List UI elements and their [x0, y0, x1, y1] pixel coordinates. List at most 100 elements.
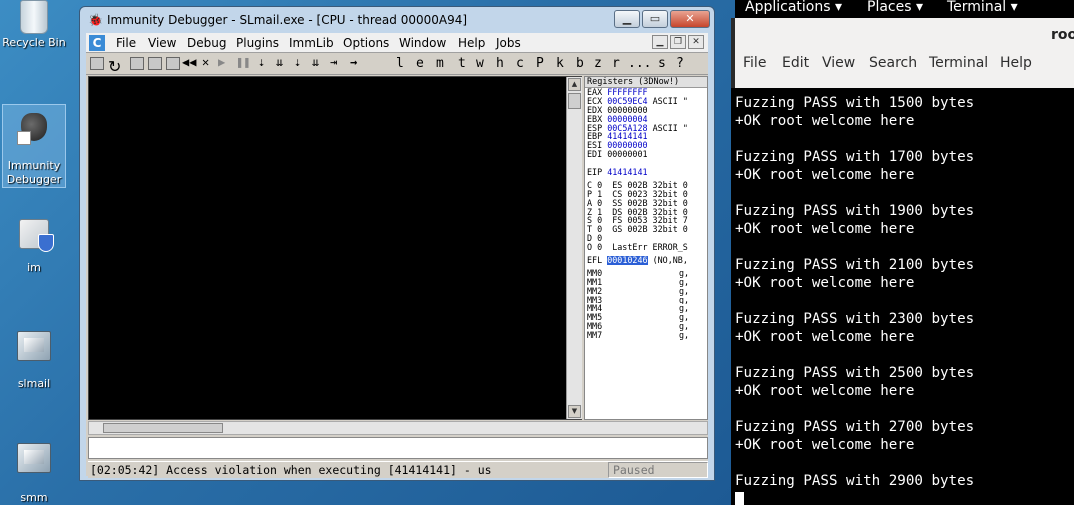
register-row[interactable]: ESI 00000000	[585, 141, 707, 150]
mmx-row[interactable]: MM4 g,	[585, 304, 707, 313]
register-row[interactable]	[585, 159, 707, 168]
toolbar-handles-button[interactable]: h	[496, 56, 504, 71]
desktop-icon-smm[interactable]: smm	[2, 440, 66, 505]
execute-till-return-icon[interactable]: ⇥	[330, 55, 337, 69]
desktop-icon-im[interactable]: im	[2, 216, 66, 275]
trace-into-icon[interactable]: ⇣	[294, 55, 301, 69]
toolbar-breakpoints-button[interactable]: b	[576, 56, 584, 71]
cpu-window-icon[interactable]: C	[89, 35, 105, 51]
mmx-row[interactable]: MM6 g,	[585, 322, 707, 331]
terminal-menu-edit[interactable]: Edit	[782, 55, 809, 71]
scrollbar-thumb[interactable]	[103, 423, 223, 433]
scroll-down-arrow-icon[interactable]: ▼	[568, 405, 581, 418]
applications-menu[interactable]: Applications ▾	[745, 0, 842, 15]
go-to-icon[interactable]: →	[350, 55, 357, 69]
terminal-menu[interactable]: Terminal ▾	[947, 0, 1018, 15]
step-into-icon[interactable]: ⇣	[258, 55, 265, 69]
terminal-menu-file[interactable]: File	[743, 55, 766, 71]
terminal-cursor	[735, 492, 744, 505]
maximize-button[interactable]: ▭	[642, 10, 668, 28]
toolbar-run-trace-button[interactable]: r	[612, 56, 620, 71]
toolbar-memory-button[interactable]: m	[436, 56, 444, 71]
open-icon[interactable]	[90, 57, 104, 70]
mmx-row[interactable]: MM5 g,	[585, 313, 707, 322]
register-row[interactable]: EDX 00000000	[585, 106, 707, 115]
menu-help[interactable]: Help	[458, 36, 485, 50]
toolbar-more-button[interactable]: ...	[628, 56, 651, 71]
flag-row[interactable]: C 0 ES 002B 32bit 0	[585, 181, 707, 190]
registers-pane[interactable]: Registers (3DNow!) EAX FFFFFFFF ECX 00C5…	[584, 76, 708, 420]
terminal-menu-search[interactable]: Search	[869, 55, 917, 71]
terminal-menu-terminal[interactable]: Terminal	[929, 55, 988, 71]
modules-icon[interactable]	[166, 57, 180, 70]
mmx-row[interactable]: MM7 g,	[585, 331, 707, 340]
places-menu[interactable]: Places ▾	[867, 0, 923, 15]
menu-view[interactable]: View	[148, 36, 176, 50]
toolbar-patches-button[interactable]: P	[536, 56, 544, 71]
mdi-minimize-button[interactable]: ▁	[652, 35, 668, 49]
menu-immlib[interactable]: ImmLib	[289, 36, 334, 50]
flag-row[interactable]: O 0 LastErr ERROR_S	[585, 243, 707, 252]
toolbar-references-button[interactable]: z	[594, 56, 602, 71]
toolbar-source-button[interactable]: s	[658, 56, 666, 71]
mmx-row[interactable]: MM3 g,	[585, 296, 707, 305]
trace-over-icon[interactable]: ⇊	[312, 55, 319, 69]
desktop-icon-immunity-debugger[interactable]: Immunity Debugger	[2, 104, 66, 188]
register-row[interactable]: EBX 00000004	[585, 115, 707, 124]
register-row[interactable]: EAX FFFFFFFF	[585, 88, 707, 97]
disassembly-vertical-scrollbar[interactable]: ▲ ▼	[566, 77, 582, 419]
flag-row[interactable]: T 0 GS 002B 32bit 0	[585, 225, 707, 234]
register-row[interactable]: EDI 00000001	[585, 150, 707, 159]
toolbar-executable-modules-button[interactable]: e	[416, 56, 424, 71]
close-button[interactable]: ✕	[670, 10, 710, 28]
register-row[interactable]: ECX 00C59EC4 ASCII "	[585, 97, 707, 106]
scrollbar-thumb[interactable]	[568, 93, 581, 109]
toolbar-cpu-button[interactable]: c	[516, 56, 524, 71]
run-icon[interactable]: ▶	[218, 55, 225, 69]
menu-jobs[interactable]: Jobs	[496, 36, 521, 50]
desktop-icon-slmail[interactable]: slmail	[2, 328, 66, 391]
menu-options[interactable]: Options	[343, 36, 389, 50]
toolbar-call-stack-button[interactable]: k	[556, 56, 564, 71]
desktop-icon-label: smm	[20, 491, 48, 504]
mmx-row[interactable]: MM0 g,	[585, 269, 707, 278]
minimize-button[interactable]: ▁	[614, 10, 640, 28]
menu-plugins[interactable]: Plugins	[236, 36, 279, 50]
flag-row[interactable]: A 0 SS 002B 32bit 0	[585, 199, 707, 208]
rewind-icon[interactable]: ◀◀	[182, 55, 196, 69]
window-title-bar[interactable]: 🐞 Immunity Debugger - SLmail.exe - [CPU …	[80, 7, 714, 33]
attach-icon[interactable]	[130, 57, 144, 70]
flag-row[interactable]: P 1 CS 0023 32bit 0	[585, 190, 707, 199]
efl-row[interactable]: EFL 00010246 (NO,NB,	[585, 256, 707, 265]
mdi-restore-button[interactable]: ❐	[670, 35, 686, 49]
toolbar-log-button[interactable]: l	[396, 56, 404, 71]
toolbar-threads-button[interactable]: t	[458, 56, 466, 71]
scroll-up-arrow-icon[interactable]: ▲	[568, 78, 581, 91]
register-row[interactable]: ESP 00C5A128 ASCII "	[585, 124, 707, 133]
menu-file[interactable]: File	[116, 36, 136, 50]
mmx-row[interactable]: MM2 g,	[585, 287, 707, 296]
mdi-close-button[interactable]: ✕	[688, 35, 704, 49]
command-input[interactable]	[88, 437, 708, 459]
register-row[interactable]: EBP 41414141	[585, 132, 707, 141]
toolbar-help-button[interactable]: ?	[676, 56, 684, 71]
pause-icon[interactable]: ❚❚	[236, 55, 250, 69]
cpu-disassembly-pane[interactable]	[88, 76, 582, 420]
close-program-icon[interactable]: ✕	[202, 55, 209, 69]
terminal-menu-help[interactable]: Help	[1000, 55, 1032, 71]
memory-icon[interactable]	[148, 57, 162, 70]
flag-row[interactable]: S 0 FS 0053 32bit 7	[585, 216, 707, 225]
desktop-icon-recycle-bin[interactable]: Recycle Bin	[2, 0, 66, 50]
flag-row[interactable]: Z 1 DS 002B 32bit 0	[585, 208, 707, 217]
menu-debug[interactable]: Debug	[187, 36, 226, 50]
flag-row[interactable]: D 0	[585, 234, 707, 243]
horizontal-scrollbar[interactable]	[88, 421, 708, 435]
register-row[interactable]: EIP 41414141	[585, 168, 707, 177]
menu-window[interactable]: Window	[399, 36, 446, 50]
terminal-output[interactable]: Fuzzing PASS with 1500 bytes +OK root wel…	[735, 94, 1074, 505]
step-over-icon[interactable]: ⇊	[276, 55, 283, 69]
restart-icon[interactable]: ↻	[108, 57, 122, 76]
terminal-menu-view[interactable]: View	[822, 55, 855, 71]
toolbar-windows-button[interactable]: w	[476, 56, 484, 71]
mmx-row[interactable]: MM1 g,	[585, 278, 707, 287]
